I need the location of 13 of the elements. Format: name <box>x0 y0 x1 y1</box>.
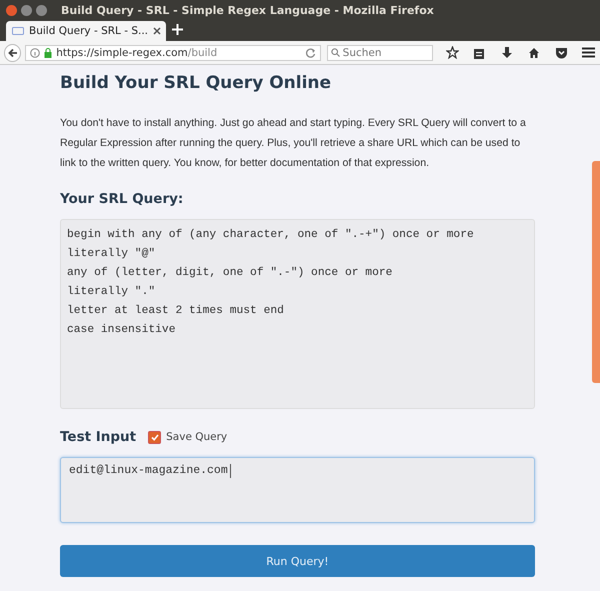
intro-paragraph: You don't have to install anything. Just go ahead and start typing. Every SRL Query will convert to a Regular Expression after running the query. Plus, you'll retrieve a share URL which can be used to link to the written query. You know, for better documentation of that expression. <box>60 116 527 171</box>
page-heading: Build Your SRL Query Online <box>60 73 332 93</box>
section-heading: Test Input <box>60 429 136 445</box>
section-heading: Your SRL Query: <box>60 191 184 207</box>
save-query-checkbox[interactable]: Save Query <box>148 430 228 444</box>
search-field[interactable]: Suchen <box>326 44 433 60</box>
url-text: https://simple-regex.com/build <box>56 46 218 58</box>
test-input-field[interactable]: edit@linux-magazine.com <box>60 457 535 523</box>
address-bar[interactable]: https://simple-regex.com/build <box>25 44 321 60</box>
query-field[interactable]: begin with any of (any character, one of ".-+") once or more literally "@" any of (letter, digit, one of ".-") once or more literally "." letter at least 2 times must end case insensitive <box>60 219 535 409</box>
browser-tab[interactable]: Build Query - SRL - S... <box>6 21 166 41</box>
window-title: Build Query - SRL - Simple Regex Language - Mozilla Firefox <box>61 4 434 16</box>
run-query-button[interactable]: Run Query! <box>60 545 535 577</box>
